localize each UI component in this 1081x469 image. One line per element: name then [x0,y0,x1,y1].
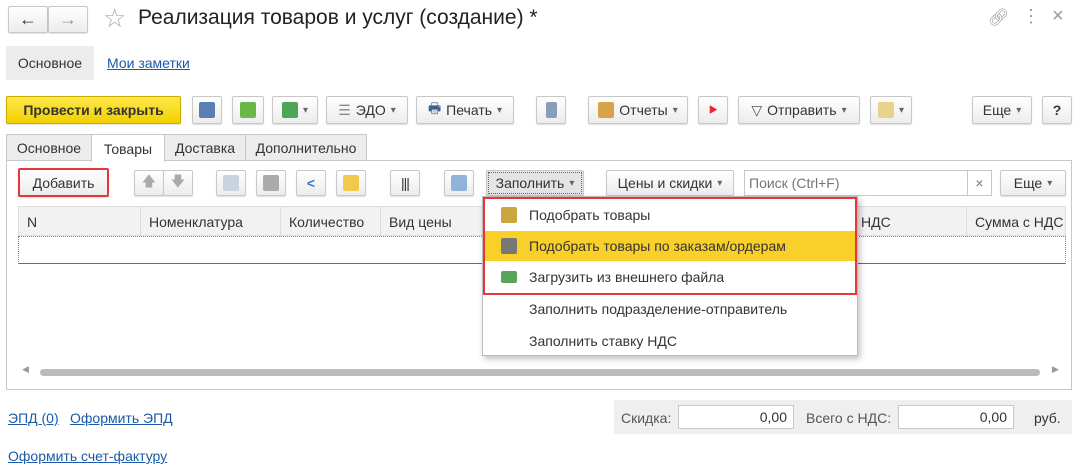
save-button[interactable] [192,96,222,124]
save-icon [199,102,215,118]
paste-button[interactable] [256,170,286,196]
menu-icon[interactable]: ⋮ [1022,6,1040,27]
star-icon[interactable]: ☆ [103,3,126,34]
horizontal-scrollbar[interactable]: ◀ ▶ [18,364,1066,378]
currency-label: руб. [1034,410,1061,426]
window-title: Реализация товаров и услуг (создание) * [138,6,538,29]
send-button[interactable]: ▽ Отправить [738,96,860,124]
attach-icon [877,102,894,118]
move-down-button[interactable]: 🡇 [163,170,193,196]
discount-label: Скидка: [621,410,672,426]
menu-label: Заполнить ставку НДС [529,333,677,349]
total-field: 0,00 [898,405,1014,429]
search-input[interactable] [744,170,968,196]
scrollbar-thumb[interactable] [40,369,1040,376]
fill-button[interactable]: Заполнить [486,170,584,196]
copy-icon [223,175,239,191]
discount-field: 0,00 [678,405,794,429]
send-icon: ▽ [751,101,763,118]
invoice-link[interactable]: Оформить счет-фактуру [8,448,167,464]
total-label: Всего с НДС: [806,410,892,426]
barcode-button[interactable]: ||| [390,170,420,196]
help-button[interactable]: ? [1042,96,1072,124]
printer-icon: 🖶 [427,100,442,116]
create-based-icon [281,102,298,118]
attach-button[interactable] [870,96,912,124]
make-epd-link[interactable]: Оформить ЭПД [70,410,173,426]
annotation-highlight-box [483,197,857,295]
list-icon [545,102,557,118]
epd-link[interactable]: ЭПД (0) [8,410,59,426]
more-button[interactable]: Еще [972,96,1032,124]
barcode-icon: ||| [401,175,410,191]
check-icon [451,175,467,191]
col-sum-vat[interactable]: Сумма с НДС [967,207,1067,237]
move-up-button[interactable]: 🡅 [134,170,164,196]
post-close-button[interactable]: Провести и закрыть [6,96,181,124]
edo-icon: ☰ [338,101,351,118]
share-icon: ⯈ [707,101,719,118]
share-button[interactable]: ⯈ [698,96,728,124]
menu-label: Заполнить подразделение-отправитель [529,301,788,317]
post-button[interactable] [232,96,264,124]
create-based-button[interactable] [272,96,318,124]
tab-main[interactable]: Основное [6,134,92,161]
nav-main[interactable]: Основное [6,46,94,80]
tab-goods[interactable]: Товары [91,134,165,162]
print-button[interactable]: 🖶 Печать [416,96,514,124]
print-label: Печать [446,102,493,118]
menu-item-fill-vat[interactable]: Заполнить ставку НДС [483,326,857,356]
prices-button[interactable]: Цены и скидки [606,170,734,196]
reports-button[interactable]: Отчеты [588,96,688,124]
journal-button[interactable] [536,96,566,124]
copy-button[interactable] [216,170,246,196]
send-label: Отправить [767,102,837,118]
scroll-right-icon[interactable]: ▶ [1052,364,1059,375]
edo-label: ЭДО [355,102,386,118]
col-qty[interactable]: Количество [281,207,381,237]
tab-delivery[interactable]: Доставка [164,134,246,161]
back-button[interactable]: ← [8,6,48,33]
group-icon [343,175,359,191]
table-more-button[interactable]: Еще [1000,170,1066,196]
nav-notes[interactable]: Мои заметки [107,55,190,71]
scroll-left-icon[interactable]: ◀ [22,364,29,375]
forward-button[interactable]: → [48,6,88,33]
menu-item-fill-department[interactable]: Заполнить подразделение-отправитель [483,294,857,324]
split-button[interactable]: < [296,170,326,196]
link-icon[interactable]: 🔗︎ [988,8,1010,28]
check-button[interactable] [444,170,474,196]
split-icon: < [306,175,316,191]
edo-button[interactable]: ☰ ЭДО [326,96,408,124]
col-item[interactable]: Номенклатура [141,207,281,237]
paste-icon [263,175,279,191]
report-icon [598,102,615,118]
reports-label: Отчеты [619,102,668,118]
col-vat[interactable]: НДС [853,207,967,237]
post-icon [240,102,256,118]
close-icon[interactable]: × [1052,5,1064,28]
group-button[interactable] [336,170,366,196]
col-n[interactable]: N [19,207,141,237]
fill-menu: Подобрать товары Подобрать товары по зак… [482,196,858,356]
search-clear-button[interactable]: × [967,170,992,196]
add-button[interactable]: Добавить [18,168,109,197]
tab-extra[interactable]: Дополнительно [245,134,367,161]
